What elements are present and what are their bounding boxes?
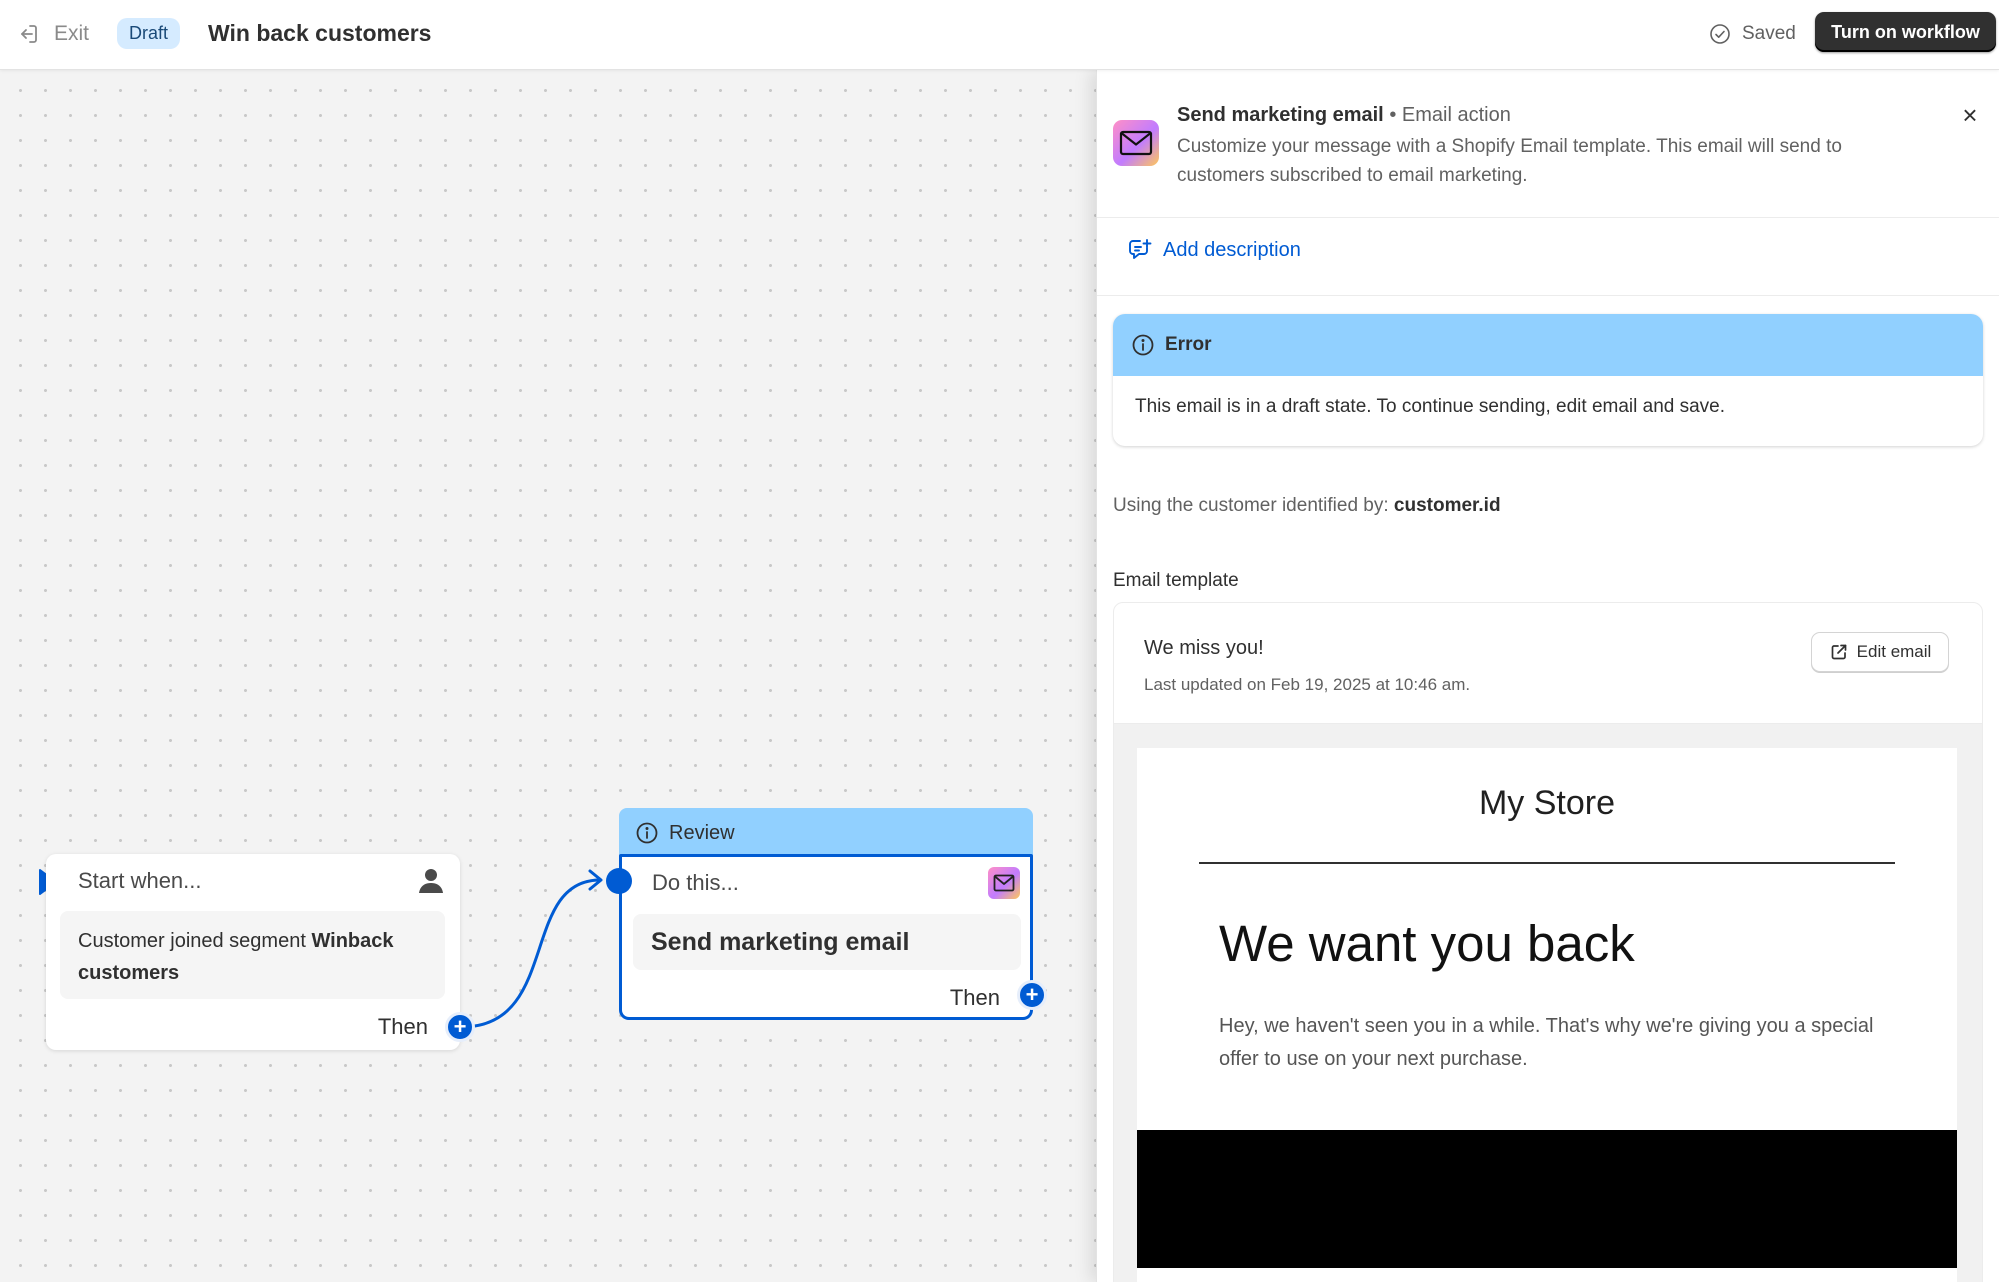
preview-image-block	[1137, 1130, 1957, 1268]
error-banner: Error This email is in a draft state. To…	[1113, 314, 1983, 446]
action-add-step-button[interactable]: +	[1017, 980, 1047, 1010]
page-title[interactable]: Win back customers	[208, 18, 431, 48]
mail-icon	[988, 867, 1020, 899]
template-name: We miss you!	[1144, 637, 1264, 659]
close-icon[interactable]: ×	[1955, 100, 1985, 131]
exit-icon	[21, 25, 37, 43]
trigger-add-step-button[interactable]: +	[445, 1012, 475, 1042]
workflow-canvas[interactable]	[0, 70, 1096, 1282]
trigger-description: Customer joined segment Winback customer…	[60, 911, 445, 999]
panel-title: Send marketing email • Email action	[1177, 104, 1511, 127]
saved-label: Saved	[1742, 23, 1796, 44]
trigger-then-label: Then	[377, 1014, 428, 1039]
panel-kind: Email action	[1401, 104, 1511, 126]
status-badge: Draft	[117, 18, 181, 49]
mail-icon	[1113, 120, 1159, 166]
trigger-node[interactable]: Start when... Customer joined segment Wi…	[46, 854, 460, 1050]
action-node[interactable]: Do this... Send marketing email Then	[619, 854, 1033, 1020]
plus-icon: +	[1025, 982, 1039, 1007]
template-updated: Last updated on Feb 19, 2025 at 10:46 am…	[1144, 675, 1471, 694]
customer-identifier-field: customer.id	[1393, 495, 1501, 516]
panel-description: Customize your message with a Shopify Em…	[1177, 136, 1842, 186]
plus-icon: +	[453, 1014, 467, 1039]
trigger-text: Customer joined segment	[78, 930, 312, 952]
preview-headline: We want you back	[1219, 915, 1635, 972]
add-description-button[interactable]: Add description	[1127, 238, 1301, 262]
preview-store-name: My Store	[1478, 784, 1616, 822]
edit-email-button[interactable]: Edit email	[1811, 632, 1949, 672]
action-details-panel: Send marketing email • Email action Cust…	[1096, 70, 1999, 1282]
connector-line	[461, 869, 603, 1029]
panel-title-text: Send marketing email	[1177, 104, 1384, 126]
edit-email-label: Edit email	[1856, 642, 1932, 661]
error-title: Error	[1165, 334, 1212, 355]
top-bar: Exit Draft Win back customers Saved Turn…	[0, 0, 1999, 70]
email-preview: My Store We want you back Hey, we haven'…	[1114, 723, 1982, 1282]
action-heading: Do this...	[652, 870, 739, 895]
action-title: Send marketing email	[633, 914, 1021, 970]
exit-button[interactable]: Exit	[16, 17, 89, 51]
customer-identifier-label: Using the customer identified by:	[1113, 495, 1394, 516]
email-template-card: We miss you! Last updated on Feb 19, 202…	[1113, 602, 1983, 1282]
action-input-port	[606, 868, 632, 894]
panel-header: Send marketing email • Email action Cust…	[1097, 70, 1999, 218]
preview-divider	[1199, 862, 1895, 864]
turn-on-workflow-button[interactable]: Turn on workflow	[1815, 12, 1996, 52]
divider	[1097, 295, 1999, 296]
review-label: Review	[669, 821, 735, 844]
review-banner: Review	[619, 808, 1033, 858]
external-link-icon	[1831, 644, 1847, 660]
error-message: This email is in a draft state. To conti…	[1135, 396, 1726, 417]
preview-body: Hey, we haven't seen you in a while. Tha…	[1219, 1015, 1874, 1070]
exit-label: Exit	[54, 22, 90, 45]
add-description-label: Add description	[1163, 238, 1301, 261]
panel-title-separator: •	[1389, 104, 1397, 126]
info-icon	[636, 822, 658, 844]
email-preview-content: My Store We want you back Hey, we haven'…	[1137, 748, 1957, 1282]
check-circle-icon	[1710, 24, 1730, 44]
trigger-heading: Start when...	[78, 868, 202, 893]
person-icon	[419, 869, 443, 893]
action-then-label: Then	[949, 985, 1000, 1010]
customer-identifier: Using the customer identified by: custom…	[1113, 495, 1501, 517]
saved-indicator: Saved	[1708, 19, 1796, 49]
error-header: Error	[1113, 314, 1983, 376]
add-description-icon	[1129, 239, 1152, 259]
email-template-label: Email template	[1113, 570, 1239, 591]
info-icon	[1132, 334, 1154, 356]
